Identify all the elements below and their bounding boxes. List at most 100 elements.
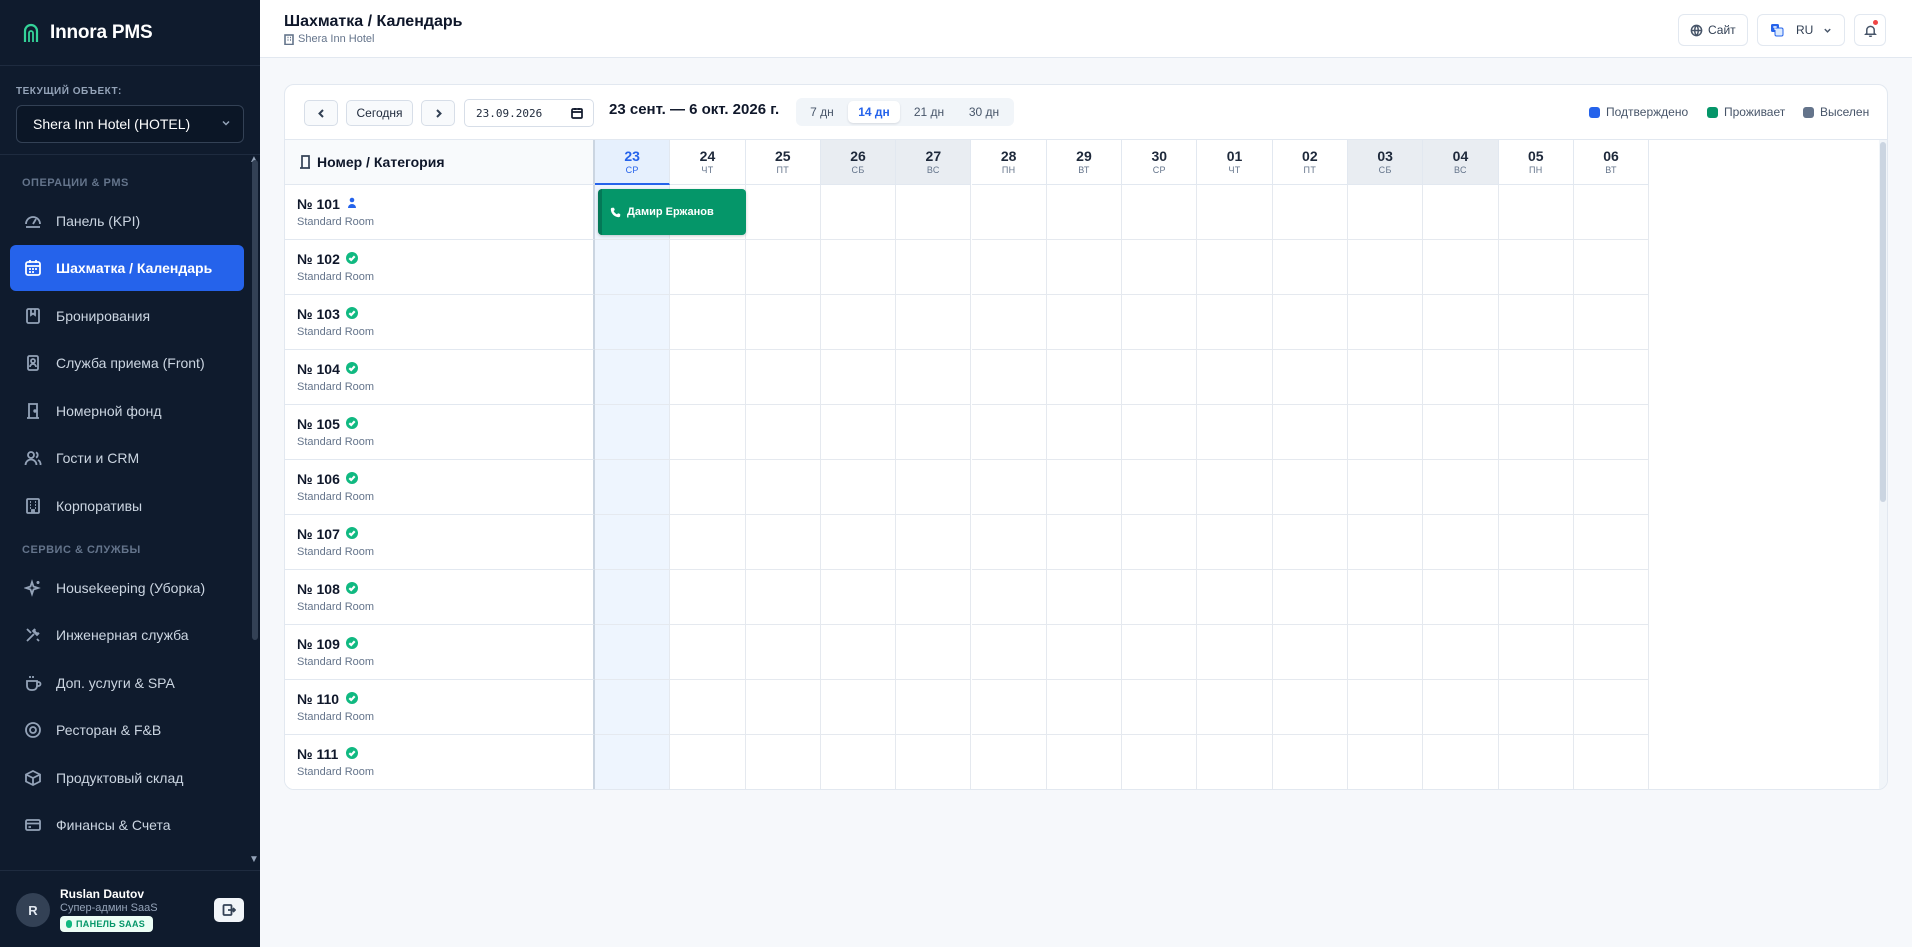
calendar-cell[interactable] — [1272, 515, 1348, 570]
calendar-cell[interactable] — [971, 625, 1047, 680]
calendar-cell[interactable] — [971, 295, 1047, 350]
calendar-cell[interactable] — [745, 515, 821, 570]
calendar-cell[interactable] — [1047, 735, 1123, 789]
calendar-cell[interactable] — [1573, 570, 1650, 625]
calendar-cell[interactable] — [1423, 185, 1499, 240]
view-21-days[interactable]: 21 дн — [904, 101, 954, 123]
calendar-cell[interactable] — [745, 460, 821, 515]
calendar-cell[interactable] — [1197, 680, 1273, 735]
calendar-cell[interactable] — [971, 570, 1047, 625]
property-select[interactable]: Shera Inn Hotel (HOTEL) — [16, 105, 244, 143]
calendar-cell[interactable] — [1423, 460, 1499, 515]
calendar-cell[interactable] — [1423, 735, 1499, 789]
calendar-cell[interactable] — [820, 350, 897, 405]
calendar-cell[interactable] — [595, 240, 671, 295]
calendar-cell[interactable] — [1122, 625, 1198, 680]
sidebar-item-housekeeping[interactable]: Housekeeping (Уборка) — [10, 565, 244, 611]
calendar-cell[interactable] — [1498, 680, 1574, 735]
calendar-cell[interactable] — [1122, 735, 1198, 789]
calendar-cell[interactable] — [670, 460, 746, 515]
calendar-cell[interactable] — [971, 515, 1047, 570]
calendar-cell[interactable] — [1197, 350, 1273, 405]
calendar-cell[interactable] — [1348, 350, 1424, 405]
calendar-cell[interactable] — [1122, 460, 1198, 515]
calendar-cell[interactable] — [896, 295, 972, 350]
logout-button[interactable] — [214, 898, 244, 922]
calendar-cell[interactable] — [896, 570, 972, 625]
calendar-cell[interactable] — [670, 735, 746, 789]
calendar-cell[interactable] — [670, 680, 746, 735]
calendar-cell[interactable] — [1273, 735, 1348, 789]
calendar-cell[interactable] — [1046, 185, 1123, 240]
room-row-header[interactable]: № 105 Standard Room — [285, 405, 595, 460]
calendar-cell[interactable] — [595, 460, 671, 515]
calendar-cell[interactable] — [1498, 405, 1574, 460]
calendar-cell[interactable] — [1423, 625, 1499, 680]
calendar-cell[interactable] — [1046, 405, 1123, 460]
calendar-cell[interactable] — [896, 515, 972, 570]
calendar-cell[interactable] — [670, 405, 746, 460]
calendar-cell[interactable] — [745, 185, 821, 240]
calendar-cell[interactable] — [971, 405, 1047, 460]
calendar-cell[interactable] — [1423, 405, 1499, 460]
today-button[interactable]: Сегодня — [346, 100, 413, 126]
sidebar-item-rooms[interactable]: Номерной фонд — [10, 388, 244, 434]
calendar-cell[interactable] — [820, 515, 897, 570]
calendar-cell[interactable] — [971, 350, 1047, 405]
calendar-cell[interactable] — [1122, 185, 1198, 240]
calendar-cell[interactable] — [820, 295, 897, 350]
calendar-cell[interactable] — [820, 625, 897, 680]
language-select[interactable]: RU — [1757, 14, 1845, 46]
room-row-header[interactable]: № 108 Standard Room — [285, 570, 595, 625]
calendar-cell[interactable] — [971, 185, 1047, 240]
calendar-cell[interactable] — [595, 625, 671, 680]
sidebar-item-finance[interactable]: Финансы & Счета — [10, 802, 244, 848]
calendar-cell[interactable] — [1573, 350, 1650, 405]
calendar-cell[interactable] — [1046, 570, 1123, 625]
sidebar-item-bookings[interactable]: Бронирования — [10, 293, 244, 339]
sidebar-item-warehouse[interactable]: Продуктовый склад — [10, 755, 244, 801]
calendar-cell[interactable] — [1423, 515, 1499, 570]
sidebar-item-services-spa[interactable]: Доп. услуги & SPA — [10, 660, 244, 706]
booking-block[interactable]: Дамир Ержанов — [598, 189, 746, 235]
calendar-cell[interactable] — [896, 460, 972, 515]
prev-period-button[interactable] — [304, 100, 338, 126]
calendar-cell[interactable] — [1272, 240, 1348, 295]
calendar-cell[interactable] — [896, 735, 972, 789]
calendar-cell[interactable] — [1573, 185, 1650, 240]
calendar-cell[interactable] — [1046, 460, 1123, 515]
view-7-days[interactable]: 7 дн — [800, 101, 844, 123]
calendar-cell[interactable] — [745, 350, 821, 405]
calendar-cell[interactable] — [1348, 295, 1424, 350]
calendar-cell[interactable] — [896, 680, 972, 735]
avatar[interactable]: R — [16, 893, 50, 927]
calendar-cell[interactable] — [1423, 570, 1499, 625]
calendar-cell[interactable] — [1423, 240, 1499, 295]
room-row-header[interactable]: № 111 Standard Room — [285, 735, 595, 789]
calendar-cell[interactable] — [595, 350, 671, 405]
room-row-header[interactable]: № 107 Standard Room — [285, 515, 595, 570]
calendar-cell[interactable] — [1573, 625, 1650, 680]
room-row-header[interactable]: № 103 Standard Room — [285, 295, 595, 350]
sidebar-scrollbar[interactable] — [252, 160, 258, 640]
calendar-cell[interactable] — [595, 680, 671, 735]
sidebar-item-dashboard[interactable]: Панель (KPI) — [10, 198, 244, 244]
calendar-cell[interactable] — [595, 515, 671, 570]
calendar-cell[interactable] — [1423, 680, 1499, 735]
calendar-cell[interactable] — [1348, 570, 1424, 625]
calendar-cell[interactable] — [1122, 350, 1198, 405]
calendar-cell[interactable] — [595, 735, 671, 789]
calendar-cell[interactable] — [1122, 295, 1198, 350]
calendar-cell[interactable] — [670, 625, 746, 680]
calendar-cell[interactable] — [1046, 240, 1123, 295]
calendar-cell[interactable] — [1498, 185, 1574, 240]
view-30-days[interactable]: 30 дн — [958, 101, 1010, 123]
calendar-cell[interactable] — [1197, 295, 1273, 350]
calendar-cell[interactable] — [971, 680, 1047, 735]
calendar-cell[interactable] — [1197, 515, 1273, 570]
calendar-cell[interactable] — [1272, 625, 1348, 680]
next-period-button[interactable] — [421, 100, 455, 126]
calendar-cell[interactable] — [1498, 350, 1574, 405]
calendar-cell[interactable] — [1197, 460, 1273, 515]
calendar-cell[interactable] — [745, 295, 821, 350]
